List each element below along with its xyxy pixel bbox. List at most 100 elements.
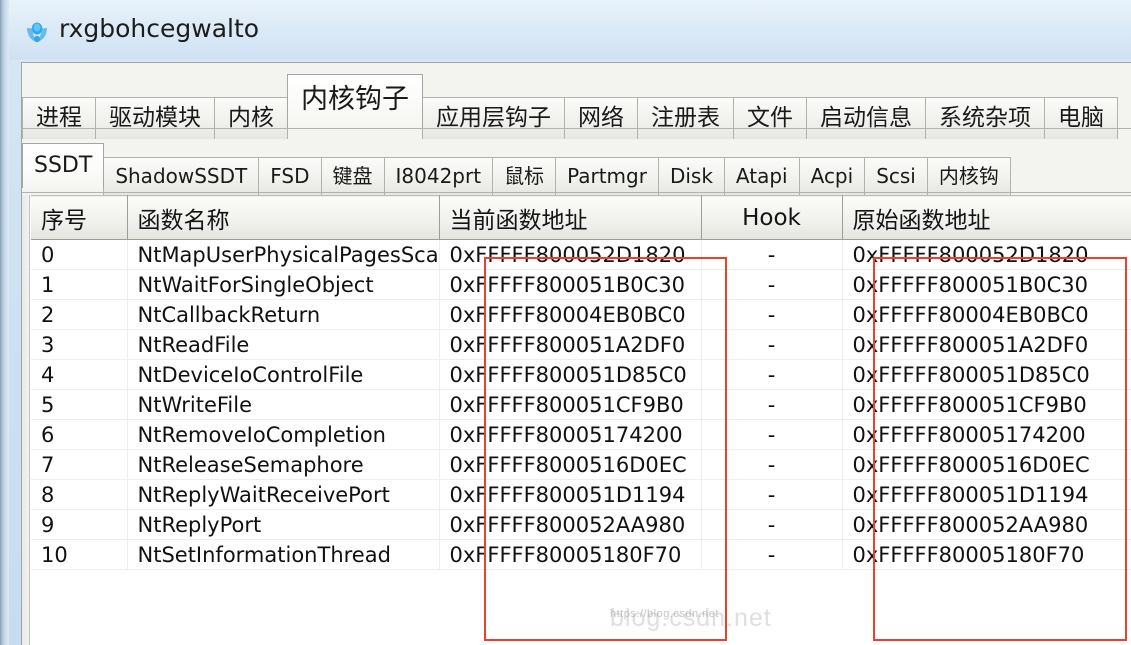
column-header-hook[interactable]: Hook: [701, 195, 843, 240]
sub-tab-ShadowSSDT[interactable]: ShadowSSDT: [103, 157, 260, 195]
cell-index: 7: [31, 449, 128, 480]
application-window: rxgbohcegwalto 进程 驱动模块 内核内核钩子应用层钩子 网络 注册表 文件启…: [0, 0, 1131, 645]
table-header-row: 序号 函数名称 当前函数地址 Hook 原始函数地址: [31, 195, 1131, 240]
main-tab-内核[interactable]: 内核: [214, 97, 288, 139]
cell-hook: -: [701, 389, 843, 420]
main-tab-进程[interactable]: 进程: [22, 97, 96, 139]
app-logo-icon: [27, 22, 47, 43]
table-row[interactable]: 9 NtReplyPort 0xFFFFF800052AA980-0xFFFFF80…: [31, 509, 1131, 540]
main-tab-文件[interactable]: 文件: [733, 97, 807, 139]
client-area: 进程 驱动模块 内核内核钩子应用层钩子 网络 注册表 文件 启动信息 系统杂项 电脑 SSDT S…: [21, 62, 1131, 645]
window-frame-left-edge: [0, 0, 9, 645]
cell-hook: -: [701, 539, 843, 570]
column-header-index[interactable]: 序号: [31, 195, 128, 240]
main-tab-内核钩子[interactable]: 内核钩子: [287, 74, 423, 128]
sub-tab-I8042prt[interactable]: I8042prt: [383, 157, 494, 195]
column-header-function[interactable]: 函数名称: [127, 195, 440, 240]
window-title-bar: rxgbohcegwalto: [9, 0, 1131, 60]
cell-hook: -: [701, 479, 843, 510]
cell-hook: -: [701, 359, 843, 390]
cell-function-name: NtRemoveIoCompletion: [127, 419, 440, 450]
cell-original-address: 0xFFFFF80005174200: [842, 419, 1131, 450]
table-row[interactable]: 5 NtWriteFile 0xFFFFF800051CF9B0-0xFFFFF80…: [31, 389, 1131, 420]
table-row[interactable]: 0NtMapUserPhysicalPagesScatter0xFFFFF800…: [31, 239, 1131, 270]
cell-index: 6: [31, 419, 128, 450]
table-row[interactable]: 3 NtReadFile 0xFFFFF800051A2DF0-0xFFFFF800…: [31, 329, 1131, 360]
main-tab-注册表[interactable]: 注册表: [637, 97, 734, 139]
cell-hook: -: [701, 299, 843, 330]
cell-function-name: NtSetInformationThread: [127, 539, 440, 570]
cell-original-address: 0xFFFFF800051D1194: [842, 479, 1131, 510]
main-tab-应用层钩子[interactable]: 应用层钩子: [422, 97, 565, 139]
cell-original-address: 0xFFFFF800052D1820: [842, 239, 1131, 270]
table-row[interactable]: 6 NtRemoveIoCompletion 0xFFFFF80005174200-…: [31, 419, 1131, 450]
cell-current-address: 0xFFFFF800051D1194: [439, 479, 702, 510]
cell-function-name: NtWriteFile: [127, 389, 440, 420]
table-row[interactable]: 1 NtWaitForSingleObject 0xFFFFF800051B0C30…: [31, 269, 1131, 300]
table-row[interactable]: 2 NtCallbackReturn 0xFFFFF80004EB0BC0-0xFF…: [31, 299, 1131, 330]
cell-index: 3: [31, 329, 128, 360]
column-header-original-address[interactable]: 原始函数地址: [842, 195, 1131, 240]
cell-current-address: 0xFFFFF800051A2DF0: [439, 329, 702, 360]
sub-tab-Acpi[interactable]: Acpi: [798, 157, 866, 195]
cell-original-address: 0xFFFFF8000516D0EC: [842, 449, 1131, 480]
sub-tab-Partmgr[interactable]: Partmgr: [555, 157, 659, 195]
main-tab-bar: 进程 驱动模块 内核内核钩子应用层钩子 网络 注册表 文件 启动信息 系统杂项 电脑: [22, 74, 1131, 139]
main-tab-网络[interactable]: 网络: [564, 97, 638, 139]
table-row[interactable]: 4 NtDeviceIoControlFile 0xFFFFF800051D85C0…: [31, 359, 1131, 390]
cell-original-address: 0xFFFFF800051D85C0: [842, 359, 1131, 390]
cell-index: 2: [31, 299, 128, 330]
cell-hook: -: [701, 239, 843, 270]
cell-current-address: 0xFFFFF800051D85C0: [439, 359, 702, 390]
sub-tab-内核钩[interactable]: 内核钩: [926, 157, 1011, 195]
sub-tab-键盘[interactable]: 键盘: [320, 157, 385, 195]
table-row[interactable]: 8 NtReplyWaitReceivePort 0xFFFFF800051D119…: [31, 479, 1131, 510]
cell-hook: -: [701, 449, 843, 480]
cell-current-address: 0xFFFFF800051CF9B0: [439, 389, 702, 420]
table-row[interactable]: 7 NtReleaseSemaphore 0xFFFFF8000516D0EC -0x…: [31, 449, 1131, 480]
cell-hook: -: [701, 269, 843, 300]
sub-tab-FSD[interactable]: FSD: [258, 157, 322, 195]
cell-original-address: 0xFFFFF80004EB0BC0: [842, 299, 1131, 330]
cell-hook: -: [701, 329, 843, 360]
main-tab-驱动模块[interactable]: 驱动模块: [95, 97, 215, 139]
cell-function-name: NtWaitForSingleObject: [127, 269, 440, 300]
cell-function-name: NtReleaseSemaphore: [127, 449, 440, 480]
cell-index: 8: [31, 479, 128, 510]
cell-current-address: 0xFFFFF800052AA980: [439, 509, 702, 540]
cell-hook: -: [701, 509, 843, 540]
sub-tab-Scsi[interactable]: Scsi: [864, 157, 928, 195]
cell-index: 1: [31, 269, 128, 300]
cell-index: 4: [31, 359, 128, 390]
sub-tab-bar: SSDT ShadowSSDT FSD 键盘 I8042prt 鼠标 Partmgr Disk…: [22, 143, 1131, 195]
main-tab-系统杂项[interactable]: 系统杂项: [925, 97, 1045, 139]
cell-original-address: 0xFFFFF800052AA980: [842, 509, 1131, 540]
main-tab-启动信息[interactable]: 启动信息: [806, 97, 926, 139]
sub-tab-Atapi[interactable]: Atapi: [723, 157, 800, 195]
cell-current-address: 0xFFFFF80004EB0BC0: [439, 299, 702, 330]
cell-current-address: 0xFFFFF80005174200: [439, 419, 702, 450]
cell-current-address: 0xFFFFF8000516D0EC: [439, 449, 702, 480]
cell-function-name: NtDeviceIoControlFile: [127, 359, 440, 390]
cell-function-name: NtMapUserPhysicalPagesScatter: [127, 239, 440, 270]
cell-current-address: 0xFFFFF80005180F70: [439, 539, 702, 570]
main-tab-underline: [22, 128, 1131, 129]
column-header-current-address[interactable]: 当前函数地址: [439, 195, 702, 240]
cell-index: 10: [31, 539, 128, 570]
ssdt-table-container: 序号 函数名称 当前函数地址 Hook 原始函数地址 0 NtMapUserPhy…: [22, 195, 1131, 645]
cell-function-name: NtReplyPort: [127, 509, 440, 540]
main-tab-电脑[interactable]: 电脑: [1044, 97, 1118, 139]
window-title: rxgbohcegwalto: [59, 14, 260, 43]
sub-tab-鼠标[interactable]: 鼠标: [492, 157, 557, 195]
sub-tab-SSDT[interactable]: SSDT: [22, 143, 105, 188]
cell-index: 9: [31, 509, 128, 540]
ssdt-table: 序号 函数名称 当前函数地址 Hook 原始函数地址 0 NtMapUserPhy…: [31, 195, 1131, 570]
cell-function-name: NtCallbackReturn: [127, 299, 440, 330]
table-row[interactable]: 10 NtSetInformationThread 0xFFFFF80005180F…: [31, 539, 1131, 570]
cell-original-address: 0xFFFFF80005180F70: [842, 539, 1131, 570]
grid-left-gutter[interactable]: [22, 195, 30, 645]
cell-function-name: NtReplyWaitReceivePort: [127, 479, 440, 510]
cell-current-address: 0xFFFFF800052D1820: [439, 239, 702, 270]
sub-tab-Disk[interactable]: Disk: [657, 157, 725, 195]
sub-tab-underline: [22, 192, 1131, 193]
